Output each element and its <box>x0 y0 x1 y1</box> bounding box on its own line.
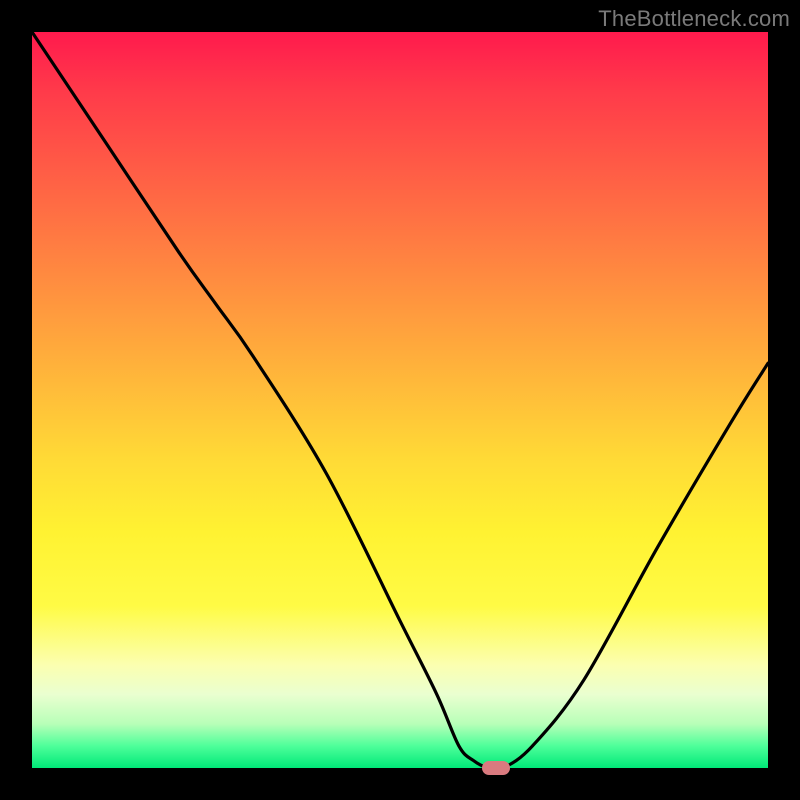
plot-area <box>32 32 768 768</box>
optimal-point-marker <box>482 761 510 775</box>
watermark-text: TheBottleneck.com <box>598 6 790 32</box>
bottleneck-curve <box>32 32 768 768</box>
chart-frame: TheBottleneck.com <box>0 0 800 800</box>
